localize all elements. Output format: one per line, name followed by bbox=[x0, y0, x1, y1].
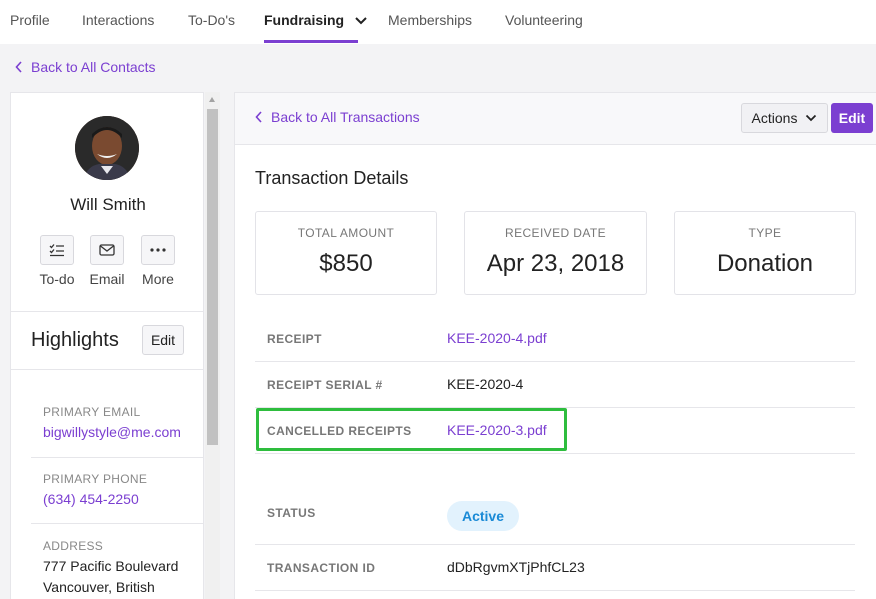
scroll-up-arrow-icon[interactable] bbox=[209, 97, 215, 102]
edit-transaction-button[interactable]: Edit bbox=[831, 103, 873, 133]
transaction-header: Back to All Transactions Actions Edit bbox=[235, 93, 876, 145]
avatar bbox=[75, 116, 139, 180]
back-to-transactions-link[interactable]: Back to All Transactions bbox=[255, 109, 420, 125]
highlights-edit-button[interactable]: Edit bbox=[142, 325, 184, 355]
divider bbox=[255, 544, 855, 545]
receipt-serial-value: KEE-2020-4 bbox=[447, 376, 524, 392]
transaction-panel: Back to All Transactions Actions Edit Tr… bbox=[234, 92, 876, 599]
actions-label: Actions bbox=[751, 110, 798, 126]
tab-volunteering[interactable]: Volunteering bbox=[505, 12, 583, 28]
divider bbox=[11, 369, 203, 370]
status-badge: Active bbox=[447, 501, 519, 531]
chevron-left-icon bbox=[255, 111, 262, 123]
tab-fundraising[interactable]: Fundraising bbox=[264, 12, 368, 28]
tab-fundraising-label: Fundraising bbox=[264, 12, 345, 28]
receipt-serial-label: RECEIPT SERIAL # bbox=[267, 378, 383, 392]
more-label: More bbox=[142, 271, 174, 287]
transaction-id-label: TRANSACTION ID bbox=[267, 561, 376, 575]
scrollbar-thumb[interactable] bbox=[207, 109, 218, 445]
divider bbox=[11, 311, 203, 312]
chevron-down-icon bbox=[355, 17, 367, 25]
checklist-icon bbox=[49, 244, 64, 257]
back-to-contacts-label: Back to All Contacts bbox=[31, 59, 156, 75]
more-action[interactable]: More bbox=[128, 235, 188, 287]
received-date-card: RECEIVED DATE Apr 23, 2018 bbox=[464, 211, 647, 295]
actions-dropdown[interactable]: Actions bbox=[741, 103, 828, 133]
stat-label: TOTAL AMOUNT bbox=[297, 226, 395, 240]
contact-sidebar: Will Smith To-do Email More Highlights E… bbox=[10, 92, 204, 599]
ellipsis-icon bbox=[150, 248, 166, 252]
receipt-label: RECEIPT bbox=[267, 332, 322, 346]
stat-label: RECEIVED DATE bbox=[505, 226, 606, 240]
primary-phone-label: PRIMARY PHONE bbox=[43, 472, 148, 486]
primary-email-link[interactable]: bigwillystyle@me.com bbox=[43, 424, 181, 440]
chevron-down-icon bbox=[806, 114, 817, 122]
tab-todos[interactable]: To-Do's bbox=[188, 12, 235, 28]
tab-interactions[interactable]: Interactions bbox=[82, 12, 154, 28]
stat-label: TYPE bbox=[748, 226, 782, 240]
stat-value: Apr 23, 2018 bbox=[486, 250, 625, 277]
highlight-box bbox=[256, 408, 567, 451]
receipt-link[interactable]: KEE-2020-4.pdf bbox=[447, 330, 547, 346]
chevron-left-icon bbox=[15, 61, 22, 73]
primary-phone-link[interactable]: (634) 454-2250 bbox=[43, 491, 139, 507]
highlights-title: Highlights bbox=[31, 329, 119, 351]
top-nav: Profile Interactions To-Do's Fundraising… bbox=[0, 0, 876, 44]
back-to-contacts-link[interactable]: Back to All Contacts bbox=[15, 59, 156, 75]
primary-email-label: PRIMARY EMAIL bbox=[43, 405, 141, 419]
transaction-id-value: dDbRgvmXTjPhfCL23 bbox=[447, 559, 585, 575]
address-line-2: Vancouver, British bbox=[43, 579, 155, 595]
divider bbox=[31, 523, 203, 524]
divider bbox=[31, 457, 203, 458]
divider bbox=[255, 453, 855, 454]
tab-memberships[interactable]: Memberships bbox=[388, 12, 472, 28]
stat-value: Donation bbox=[716, 250, 814, 277]
transaction-details-title: Transaction Details bbox=[255, 168, 409, 188]
contact-name: Will Smith bbox=[70, 195, 146, 214]
type-card: TYPE Donation bbox=[674, 211, 856, 295]
email-button[interactable] bbox=[90, 235, 124, 265]
status-label: STATUS bbox=[267, 506, 316, 520]
active-tab-indicator bbox=[264, 40, 358, 43]
divider bbox=[255, 361, 855, 362]
address-label: ADDRESS bbox=[43, 539, 104, 553]
avatar-image bbox=[75, 116, 139, 180]
todo-button[interactable] bbox=[40, 235, 74, 265]
total-amount-card: TOTAL AMOUNT $850 bbox=[255, 211, 437, 295]
more-button[interactable] bbox=[141, 235, 175, 265]
envelope-icon bbox=[99, 244, 115, 256]
address-line-1: 777 Pacific Boulevard bbox=[43, 558, 179, 574]
tab-profile[interactable]: Profile bbox=[10, 12, 50, 28]
back-to-transactions-label: Back to All Transactions bbox=[271, 109, 420, 125]
divider bbox=[255, 590, 855, 591]
sidebar-scrollbar[interactable] bbox=[205, 92, 220, 599]
stat-value: $850 bbox=[319, 250, 373, 277]
